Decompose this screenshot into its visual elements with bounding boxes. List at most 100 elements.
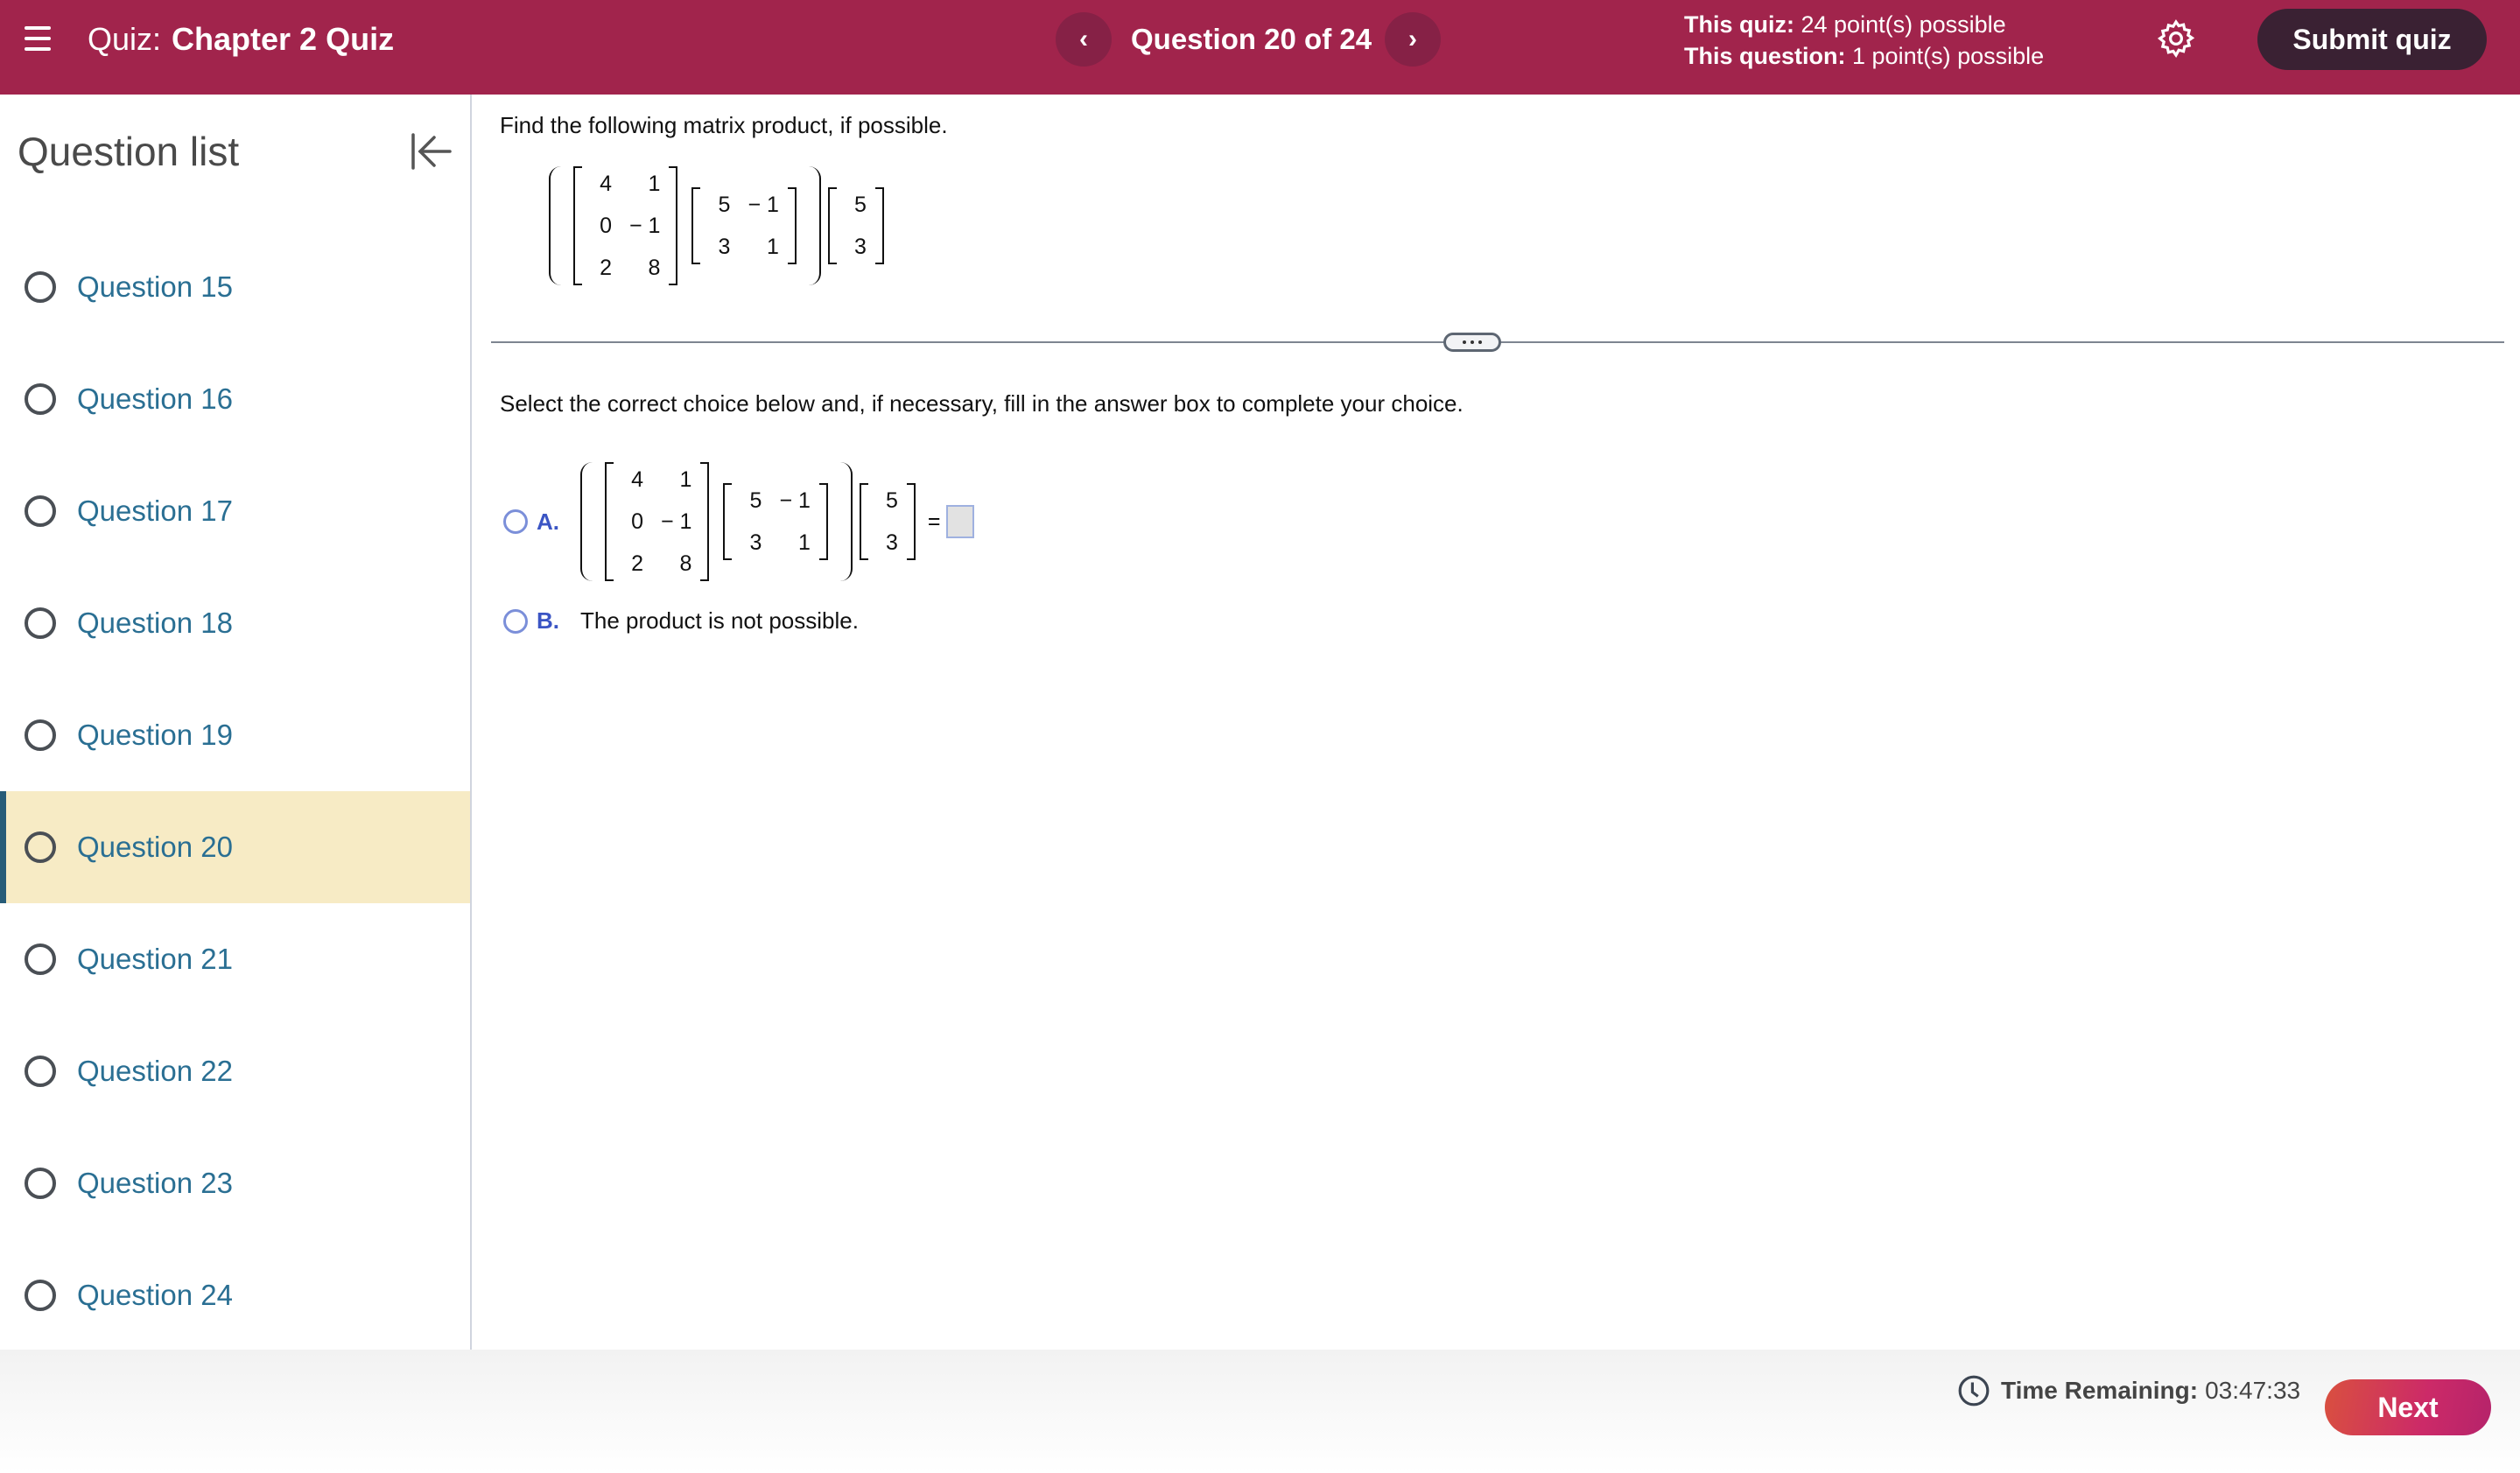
this-question-value: 1 point(s) possible (1852, 43, 2045, 69)
matrix-b: 5 − 1 3 1 (723, 483, 828, 560)
instruction-text: Select the correct choice below and, if … (500, 390, 1464, 417)
bracket-right (669, 166, 678, 285)
sidebar-question-item[interactable]: Question 18 (0, 567, 470, 679)
bracket-left (859, 483, 868, 560)
question-item-label: Question 21 (77, 943, 233, 975)
question-item-label: Question 20 (77, 831, 233, 863)
matrix-cell: 5 (718, 193, 731, 217)
matrix-cell: 5 (749, 488, 762, 513)
matrix-b: 5 − 1 3 1 (691, 187, 797, 264)
bracket-right (787, 187, 797, 264)
matrix-cell: − 1 (629, 214, 661, 238)
status-circle-icon (25, 1280, 56, 1311)
matrix-cell: 4 (631, 467, 643, 492)
status-circle-icon (25, 831, 56, 863)
matrix-cell: 2 (600, 256, 612, 280)
paren-right (809, 166, 821, 285)
question-prompt: Find the following matrix product, if po… (500, 112, 948, 138)
status-circle-icon (25, 1056, 56, 1087)
submit-quiz-button[interactable]: Submit quiz (2257, 9, 2487, 70)
status-circle-icon (25, 1168, 56, 1199)
clock-icon (1958, 1375, 1990, 1406)
matrix-cell: 3 (718, 235, 731, 259)
quiz-title: Quiz: Chapter 2 Quiz (88, 21, 394, 58)
bracket-left (691, 187, 701, 264)
bracket-left (573, 166, 582, 285)
question-counter: Question 20 of 24 (1131, 23, 1372, 55)
matrix-cell: 2 (631, 551, 643, 576)
sidebar-question-item[interactable]: Question 17 (0, 455, 470, 567)
question-item-label: Question 23 (77, 1167, 233, 1199)
matrix-c: 53 (859, 483, 916, 560)
chevron-left-icon: ‹ (1079, 25, 1088, 53)
next-button[interactable]: Next (2325, 1379, 2491, 1435)
matrix-cell: 1 (767, 235, 779, 259)
question-panel: Find the following matrix product, if po… (474, 95, 2520, 1350)
sidebar-question-item[interactable]: Question 22 (0, 1015, 470, 1127)
choice-b[interactable]: B. The product is not possible. (503, 607, 859, 635)
matrix-cell: 1 (798, 530, 811, 555)
question-item-label: Question 18 (77, 607, 233, 639)
matrix-cell: 4 (600, 172, 612, 196)
matrix-a: 4 1 0 − 1 2 8 (605, 462, 710, 581)
sidebar-question-item[interactable]: Question 19 (0, 679, 470, 791)
question-item-label: Question 15 (77, 270, 233, 303)
settings-gear-icon[interactable] (2155, 18, 2197, 60)
matrix-cell: 1 (648, 172, 661, 196)
matrix-cell: − 1 (779, 488, 811, 513)
bracket-left (723, 483, 733, 560)
bracket-right (874, 187, 884, 264)
matrix-cell: − 1 (748, 193, 779, 217)
question-item-label: Question 19 (77, 719, 233, 751)
matrix-cell: 5 (854, 193, 867, 217)
matrix-cell: − 1 (661, 509, 692, 534)
resize-handle[interactable] (1443, 333, 1501, 352)
sidebar-question-item[interactable]: Question 16 (0, 343, 470, 455)
sidebar-question-item[interactable]: Question 24 (0, 1239, 470, 1351)
next-question-button[interactable]: › (1385, 12, 1441, 67)
matrix-cell: 0 (631, 509, 643, 534)
choice-b-letter: B. (537, 607, 559, 634)
matrix-cell: 0 (600, 214, 612, 238)
sidebar-title: Question list (18, 129, 240, 174)
matrix-a: 4 1 0 − 1 2 8 (573, 166, 678, 285)
this-question-label: This question: (1684, 43, 1846, 69)
answer-input-box[interactable] (945, 505, 974, 538)
sidebar-question-item[interactable]: Question 20 (0, 791, 470, 903)
choice-a-radio[interactable] (503, 509, 528, 534)
question-item-label: Question 24 (77, 1279, 233, 1311)
bracket-right (700, 462, 710, 581)
status-circle-icon (25, 495, 56, 527)
this-quiz-value: 24 point(s) possible (1801, 11, 2006, 38)
timer-label: Time Remaining: (2001, 1377, 2199, 1404)
collapse-sidebar-icon[interactable] (408, 131, 453, 172)
bracket-right (906, 483, 916, 560)
matrix-cell: 3 (854, 235, 867, 259)
time-remaining: Time Remaining: 03:47:33 (1957, 1374, 2300, 1407)
status-circle-icon (25, 719, 56, 751)
paren-left (549, 166, 561, 285)
choice-a[interactable]: A. 4 1 0− 1 2 8 5− 13153 = (503, 462, 974, 581)
status-circle-icon (25, 271, 56, 303)
paren-left (580, 462, 593, 581)
matrix-cell: 8 (679, 551, 692, 576)
footer-bar: Time Remaining: 03:47:33 Next (0, 1350, 2520, 1473)
matrix-c: 53 (827, 187, 884, 264)
previous-question-button[interactable]: ‹ (1056, 12, 1112, 67)
question-item-label: Question 17 (77, 495, 233, 527)
menu-icon[interactable] (25, 26, 53, 51)
status-circle-icon (25, 943, 56, 975)
this-quiz-label: This quiz: (1684, 11, 1794, 38)
status-circle-icon (25, 607, 56, 639)
matrix-cell: 8 (648, 256, 661, 280)
choice-a-letter: A. (537, 508, 559, 535)
sidebar-question-item[interactable]: Question 15 (0, 231, 470, 343)
top-bar: Quiz: Chapter 2 Quiz ‹ Question 20 of 24 … (0, 0, 2520, 95)
sidebar-question-item[interactable]: Question 21 (0, 903, 470, 1015)
chevron-right-icon: › (1408, 25, 1417, 53)
question-item-label: Question 22 (77, 1055, 233, 1087)
question-list-sidebar: Question list Question 15 Question 16 Ques… (0, 95, 472, 1350)
sidebar-question-item[interactable]: Question 23 (0, 1127, 470, 1239)
choice-b-radio[interactable] (503, 608, 528, 634)
quiz-name: Chapter 2 Quiz (172, 21, 395, 57)
